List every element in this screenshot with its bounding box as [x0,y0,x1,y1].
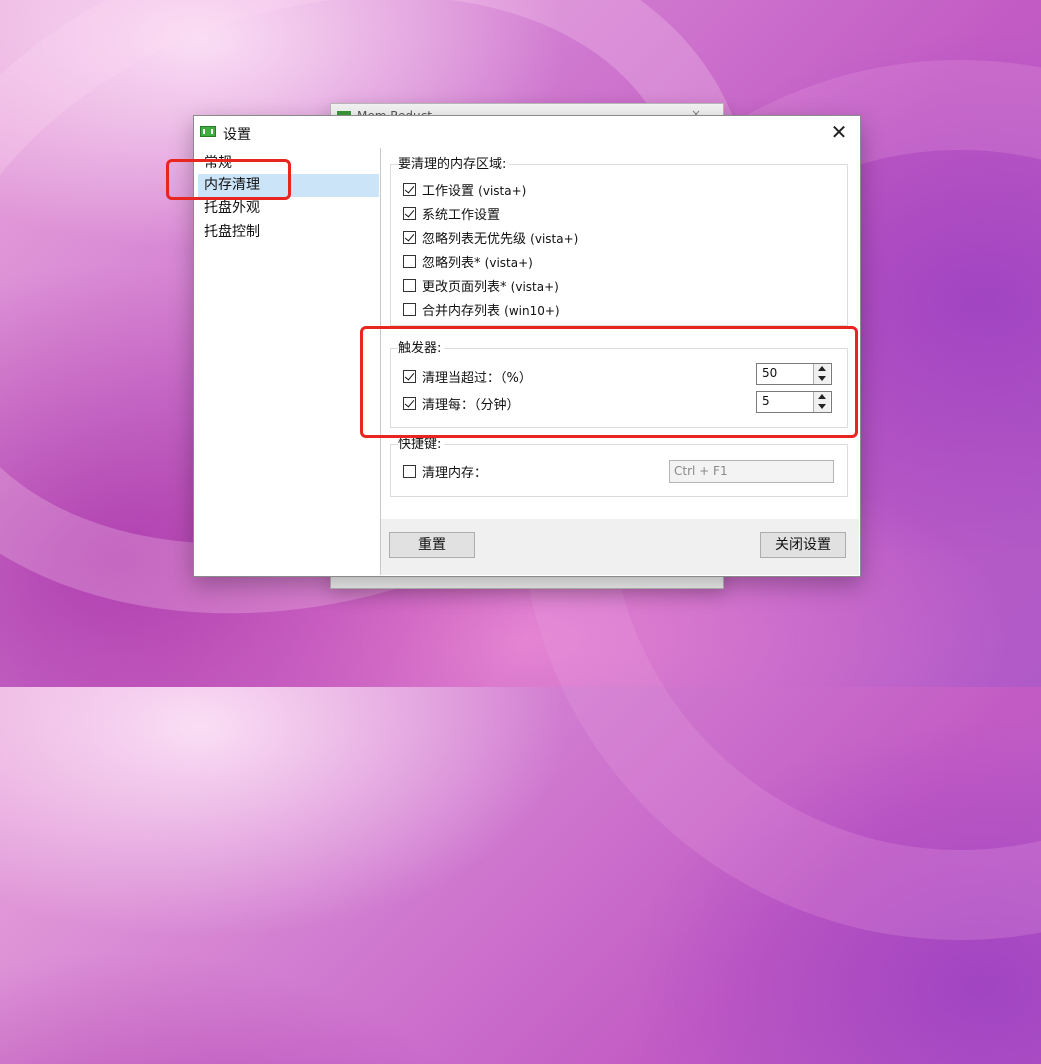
checkbox-label: 清理内存： [422,465,488,481]
checkbox[interactable] [403,254,416,268]
checkbox[interactable] [403,278,416,292]
memory-regions-label: 要清理的内存区域: [398,153,510,172]
checkbox-suffix: (vista+) [510,279,559,294]
trigger-percent-row[interactable]: 清理当超过：（%） [403,366,532,386]
checkbox-suffix: (vista+) [478,183,527,198]
close-button[interactable]: ✕ [822,118,856,146]
percent-value: 50 [762,366,778,380]
sidebar-item-tray-appearance[interactable]: 托盘外观 [198,197,379,220]
checkbox-label: 忽略列表无优先级 [422,231,527,247]
hotkey-input[interactable]: Ctrl + F1 [669,460,834,483]
checkbox-suffix: (vista+) [530,231,579,246]
region-combine-memory-lists[interactable]: 合并内存列表 (win10+) [403,299,560,319]
checkbox[interactable] [403,206,416,220]
checkbox[interactable] [403,369,416,383]
checkbox-label: 清理当超过：（%） [422,370,532,386]
checkbox[interactable] [403,396,416,410]
checkbox-label: 清理每：（分钟） [422,397,520,413]
triggers-group [390,348,848,428]
hotkey-clean-memory-row[interactable]: 清理内存： [403,461,487,481]
checkbox[interactable] [403,464,416,478]
checkbox-label: 更改页面列表* [422,279,507,295]
spin-arrows [813,392,831,412]
minutes-value: 5 [762,394,770,408]
checkbox[interactable] [403,230,416,244]
percent-spinbox[interactable]: 50 [756,363,832,385]
sidebar-item-general[interactable]: 常规 [198,152,379,175]
title-bar[interactable]: 设置 ✕ [194,116,860,148]
checkbox-suffix: (win10+) [504,303,560,318]
dialog-title: 设置 [223,127,251,143]
triggers-label: 触发器: [398,337,445,356]
settings-content: 要清理的内存区域: 工作设置 (vista+) 系统工作设置 忽略列表无优先级 … [381,148,859,575]
settings-panel: 要清理的内存区域: 工作设置 (vista+) 系统工作设置 忽略列表无优先级 … [381,148,859,519]
hotkey-label: 快捷键: [398,433,445,452]
region-standby-list-no-priority[interactable]: 忽略列表无优先级 (vista+) [403,227,578,247]
checkbox-label: 系统工作设置 [422,207,501,223]
sidebar: 常规 内存清理 托盘外观 托盘控制 [194,148,381,575]
reset-button[interactable]: 重置 [389,532,475,558]
checkbox-label: 忽略列表* [422,255,481,271]
trigger-minutes-row[interactable]: 清理每：（分钟） [403,393,520,413]
checkbox-suffix: (vista+) [484,255,533,270]
region-system-working-set[interactable]: 系统工作设置 [403,203,500,223]
spin-arrows [813,364,831,384]
close-settings-button[interactable]: 关闭设置 [760,532,846,558]
spin-down-icon[interactable] [814,402,830,412]
sidebar-item-tray-control[interactable]: 托盘控制 [198,221,379,244]
checkbox-label: 工作设置 [422,183,475,199]
region-working-set[interactable]: 工作设置 (vista+) [403,179,526,199]
checkbox-label: 合并内存列表 [422,303,501,319]
app-icon [200,126,216,137]
checkbox[interactable] [403,182,416,196]
minutes-spinbox[interactable]: 5 [756,391,832,413]
checkbox[interactable] [403,302,416,316]
spin-down-icon[interactable] [814,374,830,384]
settings-dialog: 设置 ✕ 常规 内存清理 托盘外观 托盘控制 要清理的内存区域: 工作设置 (v… [193,115,861,577]
region-standby-list[interactable]: 忽略列表* (vista+) [403,251,533,271]
sidebar-item-memory-cleaning[interactable]: 内存清理 [198,174,379,197]
region-modified-page-list[interactable]: 更改页面列表* (vista+) [403,275,559,295]
